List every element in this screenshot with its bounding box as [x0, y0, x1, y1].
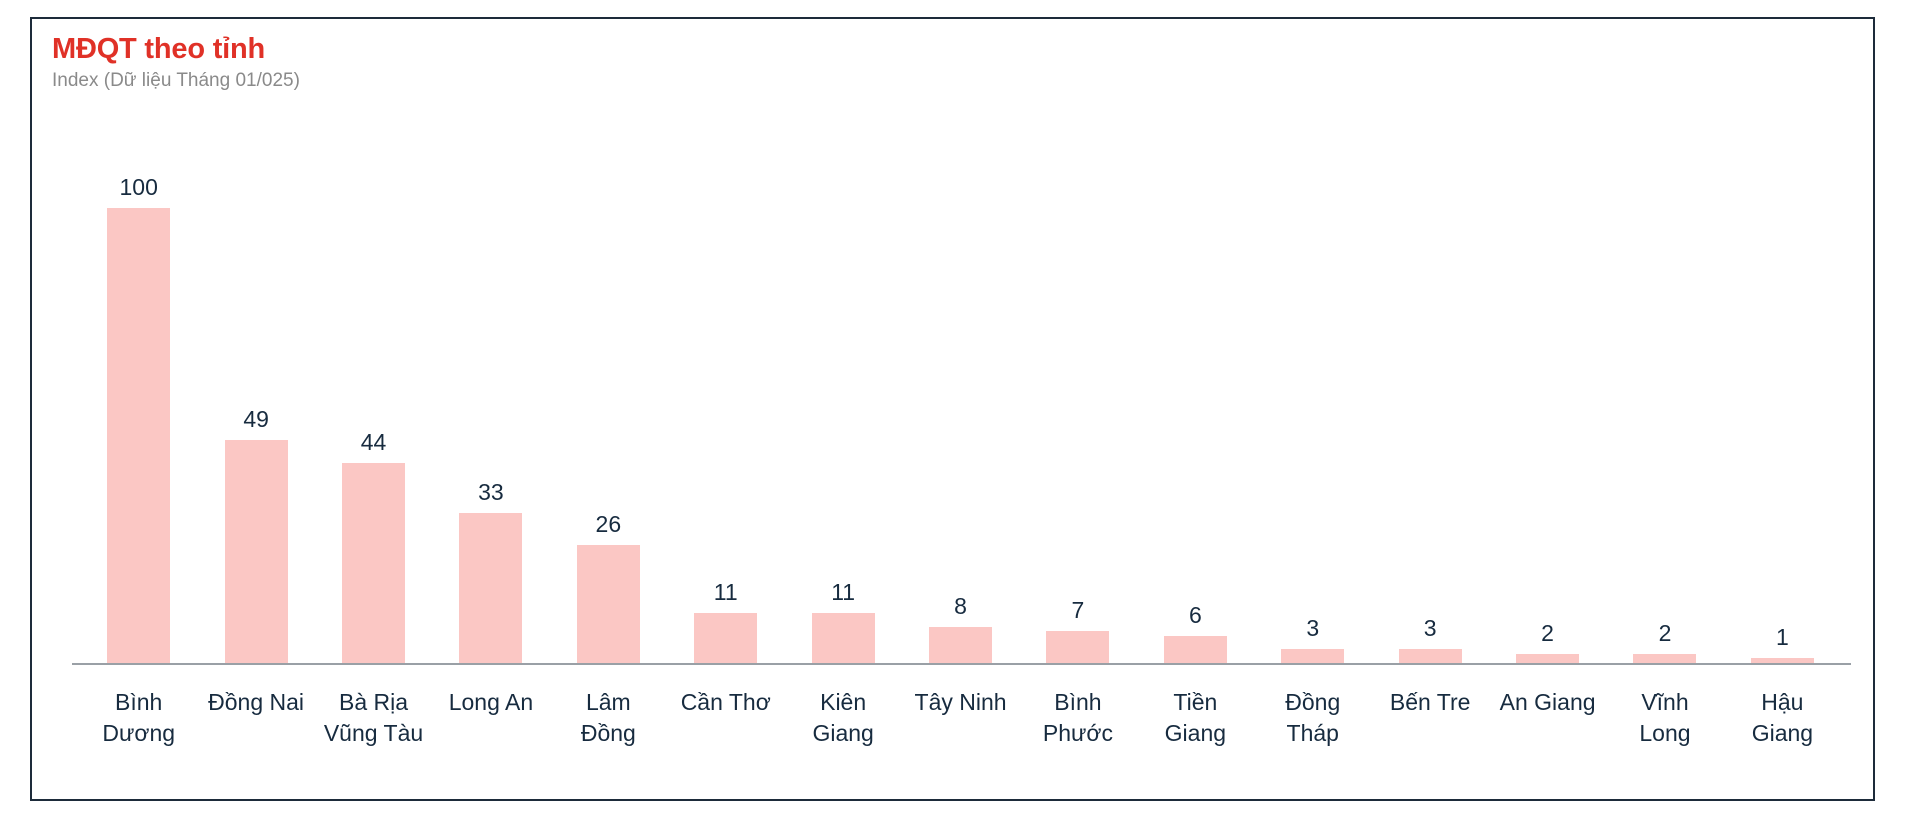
- x-axis-tick-label: Hậu Giang: [1724, 673, 1841, 748]
- x-axis-tick-label-line: Đồng: [1285, 689, 1341, 715]
- bar-value-label: 11: [713, 578, 738, 605]
- x-axis-tick-label: Đồng Tháp: [1254, 673, 1371, 748]
- x-axis-tick-label-line: An Giang: [1499, 689, 1596, 715]
- x-axis-tick-label-line: Vĩnh: [1641, 689, 1689, 715]
- x-axis-tick-label-line: Hậu: [1761, 689, 1804, 715]
- page-title: MĐQT theo tỉnh: [52, 33, 266, 65]
- bar-value-label: 2: [1541, 619, 1554, 646]
- x-axis-tick-labels: Bình Dương Đồng Nai Bà Rịa Vũng Tàu Long An Lâ…: [72, 673, 1851, 748]
- bar-group[interactable]: 7: [1019, 107, 1136, 663]
- x-axis-tick-label-line: Tiền: [1173, 689, 1218, 715]
- bar-value-label: 1: [1775, 624, 1789, 651]
- x-axis-tick-label-line: Cần Thơ: [680, 689, 771, 715]
- x-axis-tick-label-line: Giang: [812, 719, 874, 746]
- bar-group[interactable]: 8: [902, 107, 1019, 663]
- bar-group[interactable]: 2: [1489, 107, 1606, 663]
- bar-value-label: 11: [831, 578, 856, 605]
- bar-rect[interactable]: [694, 612, 758, 663]
- bar-value-label: 8: [954, 592, 967, 619]
- chart-subtitle: Index (Dữ liệu Tháng 01/025): [52, 70, 300, 92]
- x-axis-tick-label: Bến Tre: [1371, 673, 1488, 748]
- x-axis-tick-label-line: Bình: [1054, 689, 1102, 715]
- bar-rect[interactable]: [1046, 631, 1110, 663]
- bar-rect[interactable]: [929, 626, 993, 663]
- bar-group[interactable]: 2: [1606, 107, 1723, 663]
- bar-rect[interactable]: [1163, 635, 1227, 663]
- bar-group[interactable]: 11: [667, 107, 784, 663]
- x-axis-tick-label-line: Tây Ninh: [914, 689, 1007, 715]
- bar-group[interactable]: 3: [1254, 107, 1371, 663]
- bar-value-label: 6: [1188, 601, 1202, 628]
- x-axis-tick-label: An Giang: [1489, 673, 1606, 748]
- bar-rect[interactable]: [811, 612, 875, 663]
- x-axis-tick-label: Tiền Giang: [1137, 673, 1254, 748]
- x-axis-tick-label: Bình Phước: [1019, 673, 1136, 748]
- bar-value-label: 33: [478, 478, 504, 505]
- x-axis-tick-label-line: Đồng Nai: [208, 689, 305, 715]
- bar-rect[interactable]: [1398, 649, 1462, 663]
- bar-rect[interactable]: [1633, 653, 1697, 663]
- x-axis-tick-label: Đồng Nai: [197, 673, 314, 748]
- bar-group[interactable]: 44: [315, 107, 432, 663]
- x-axis-tick-label-line: Tháp: [1286, 719, 1339, 746]
- x-axis-tick-label: Tây Ninh: [902, 673, 1019, 748]
- x-axis-tick-label-line: Bến Tre: [1389, 689, 1471, 715]
- bar-value-label: 3: [1306, 615, 1320, 642]
- bar-rect[interactable]: [1281, 649, 1345, 663]
- x-axis-tick-label: Bình Dương: [80, 673, 197, 748]
- x-axis-tick-label: Cần Thơ: [667, 673, 784, 748]
- x-axis-tick-label-line: Giang: [1164, 719, 1227, 746]
- bar-group[interactable]: 49: [197, 107, 314, 663]
- x-axis-tick-label-line: Kiên: [820, 689, 867, 715]
- bar-rect[interactable]: [459, 512, 523, 663]
- x-axis-tick-label-line: Phước: [1042, 719, 1114, 746]
- chart-card: MĐQT theo tỉnh Index (Dữ liệu Tháng 01/0…: [30, 17, 1875, 801]
- x-axis-tick-label-line: Long An: [448, 689, 534, 715]
- x-axis-tick-label: Long An: [432, 673, 549, 748]
- bar-value-label: 100: [119, 174, 158, 200]
- bar-rect[interactable]: [224, 440, 288, 663]
- bar-group[interactable]: 33: [432, 107, 549, 663]
- x-axis-tick-label-line: Bà Rịa: [338, 689, 409, 715]
- bar-group[interactable]: 11: [784, 107, 901, 663]
- x-axis-tick-label-line: Vũng Tàu: [323, 719, 424, 746]
- x-axis-tick-label-line: Bình: [115, 689, 163, 715]
- bar-chart-plot-area: 100 49 44 33 26 11 11 8 7 6 3 3 2 2 1 Bình Dương Đồng Na…: [72, 107, 1851, 783]
- x-axis-tick-label-line: Đồng: [580, 719, 636, 746]
- bar-rect[interactable]: [576, 544, 640, 663]
- x-axis-tick-label: Lâm Đồng: [550, 673, 667, 748]
- bar-rect[interactable]: [107, 208, 171, 663]
- screenshot-root: MĐQT theo tỉnh Index (Dữ liệu Tháng 01/0…: [0, 0, 1920, 825]
- bar-value-label: 44: [360, 428, 387, 455]
- bar-value-label: 3: [1423, 615, 1437, 642]
- bar-group[interactable]: 100: [80, 107, 197, 663]
- x-axis-line: [72, 663, 1851, 665]
- bar-value-label: 49: [243, 406, 269, 433]
- bar-group[interactable]: 26: [550, 107, 667, 663]
- chart-header: MĐQT theo tỉnh Index (Dữ liệu Tháng 01/0…: [52, 33, 1052, 93]
- x-axis-tick-label-line: Lâm: [585, 689, 631, 715]
- bar-series: 100 49 44 33 26 11 11 8 7 6 3 3 2 2 1: [72, 107, 1851, 663]
- bar-group[interactable]: 1: [1724, 107, 1841, 663]
- bar-group[interactable]: 3: [1371, 107, 1488, 663]
- x-axis-tick-label-line: Dương: [102, 719, 176, 746]
- bar-group[interactable]: 6: [1137, 107, 1254, 663]
- bar-rect[interactable]: [1516, 653, 1580, 663]
- bar-value-label: 2: [1658, 619, 1672, 646]
- bar-value-label: 7: [1071, 597, 1085, 624]
- x-axis-tick-label-line: Long: [1639, 719, 1691, 746]
- x-axis-tick-label-line: Giang: [1751, 719, 1814, 746]
- bar-value-label: 26: [595, 510, 622, 537]
- x-axis-tick-label: Kiên Giang: [784, 673, 901, 748]
- x-axis-tick-label: Bà Rịa Vũng Tàu: [315, 673, 432, 748]
- bar-rect[interactable]: [342, 462, 406, 663]
- x-axis-tick-label: Vĩnh Long: [1606, 673, 1723, 748]
